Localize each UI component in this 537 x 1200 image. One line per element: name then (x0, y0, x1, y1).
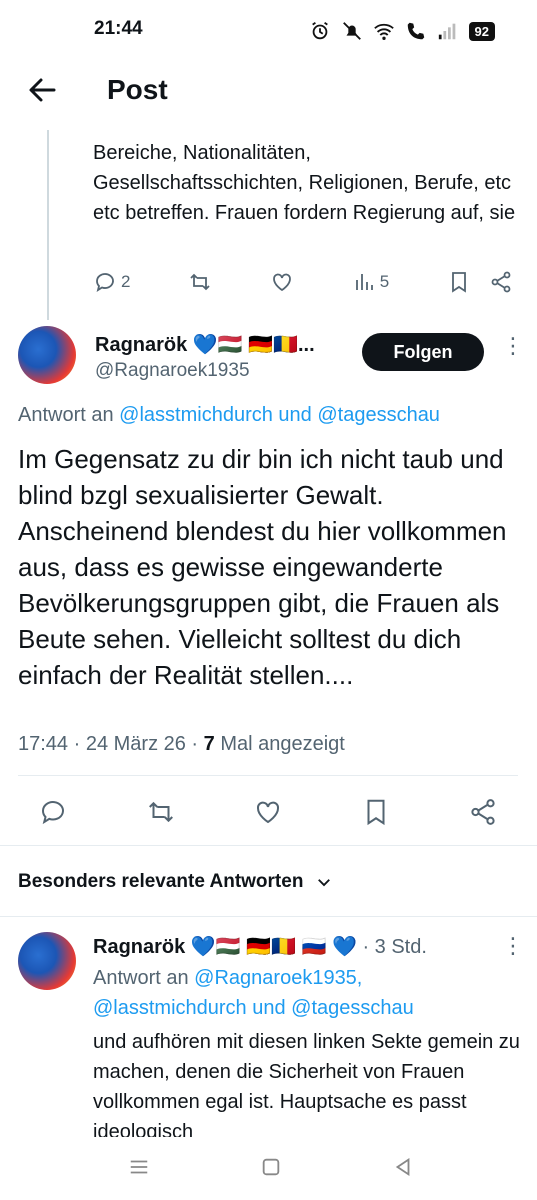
views-icon (355, 274, 373, 290)
heart-icon (256, 801, 280, 824)
reply-header: Ragnarök 💙🇭🇺 🇩🇪🇷🇴 🇷🇺 💙 · 3 Std. (93, 934, 427, 959)
author-name[interactable]: Ragnarök 💙🇭🇺 🇩🇪🇷🇴... (95, 332, 315, 357)
views-label: Mal angezeigt (214, 733, 345, 755)
mute-icon (342, 22, 361, 40)
parent-tweet-actions: 2 5 (93, 270, 513, 294)
reply-icon (96, 273, 114, 292)
reply-to-line: Antwort an @lasstmichdurch und @tagessch… (18, 404, 440, 427)
clipped-text (93, 118, 393, 134)
back-arrow-icon[interactable] (24, 74, 60, 106)
recent-apps-icon[interactable] (128, 1156, 150, 1178)
alarm-icon (311, 21, 328, 40)
reply-count: 2 (121, 272, 131, 291)
parent-tweet-text: Bereiche, Nationalitäten, Gesellschaftss… (93, 142, 516, 224)
status-bar: 21:44 92 (0, 0, 537, 60)
reply-to-prefix: Antwort an (18, 404, 120, 426)
like-button[interactable] (253, 797, 283, 827)
back-nav-icon[interactable] (392, 1156, 414, 1178)
home-icon[interactable] (260, 1156, 282, 1178)
share-icon (471, 799, 495, 825)
main-tweet-actions (38, 797, 498, 827)
repost-icon (190, 273, 210, 291)
views-button[interactable]: 5 (352, 270, 389, 294)
battery-indicator: 92 (468, 21, 495, 41)
reply-author-name[interactable]: Ragnarök 💙🇭🇺 🇩🇪🇷🇴 🇷🇺 💙 (93, 936, 357, 958)
reply-icon (42, 801, 64, 825)
tweet-text: Im Gegensatz zu dir bin ich nicht taub u… (18, 444, 507, 690)
follow-button[interactable]: Folgen (362, 333, 484, 371)
wifi-call-icon (407, 22, 424, 40)
reply-more-options-icon[interactable]: ⋮ (502, 935, 524, 957)
sort-replies-dropdown[interactable]: Besonders relevante Antworten (18, 871, 333, 893)
more-options-icon[interactable]: ⋮ (502, 335, 524, 357)
heart-icon (273, 273, 291, 292)
system-nav-bar (0, 1140, 537, 1200)
share-icon (491, 271, 511, 293)
like-button[interactable] (270, 270, 294, 294)
bookmark-icon (367, 799, 384, 826)
chevron-down-icon (317, 879, 330, 887)
signal-icon (438, 23, 455, 40)
tweet-meta: 17:44 · 24 März 26 · 7 Mal angezeigt (18, 733, 345, 756)
author-handle[interactable]: @Ragnaroek1935 (95, 360, 250, 382)
share-button[interactable] (468, 797, 498, 827)
sort-replies-label: Besonders relevante Antworten (18, 871, 304, 892)
page-title: Post (107, 74, 168, 105)
thread-line (47, 130, 49, 320)
repost-button[interactable] (146, 797, 176, 827)
reply-to-link-2[interactable]: @lasstmichdurch und @tagesschau (93, 997, 414, 1019)
views-count: 5 (379, 272, 390, 291)
status-time: 21:44 (94, 18, 143, 39)
bookmark-icon (452, 272, 466, 293)
tweet-timestamp[interactable]: 17:44 · 24 März 26 · (18, 733, 204, 755)
repost-icon (148, 801, 173, 823)
reply-to-prefix: Antwort an (93, 967, 195, 989)
reply-text: und aufhören mit diesen linken Sekte gem… (93, 1031, 520, 1137)
views-number: 7 (203, 733, 215, 755)
reply-button[interactable] (38, 797, 68, 827)
share-button[interactable] (489, 270, 513, 294)
reply-to-link-1[interactable]: @Ragnaroek1935, (194, 967, 362, 989)
reply-avatar[interactable] (18, 932, 76, 990)
reply-to-link[interactable]: @lasstmichdurch und @tagesschau (119, 404, 440, 426)
reply-reply-to-line: Antwort an @Ragnaroek1935, @lasstmichdur… (93, 963, 414, 1023)
reply-time: · 3 Std. (356, 936, 427, 958)
divider (0, 845, 537, 846)
bookmark-button[interactable] (361, 797, 391, 827)
status-icons: 92 (309, 18, 495, 44)
repost-button[interactable] (188, 270, 212, 294)
reply-button[interactable]: 2 (93, 270, 130, 294)
divider (18, 775, 518, 776)
divider (0, 916, 537, 917)
avatar[interactable] (18, 326, 76, 384)
wifi-icon (373, 23, 394, 40)
bookmark-button[interactable] (447, 270, 471, 294)
